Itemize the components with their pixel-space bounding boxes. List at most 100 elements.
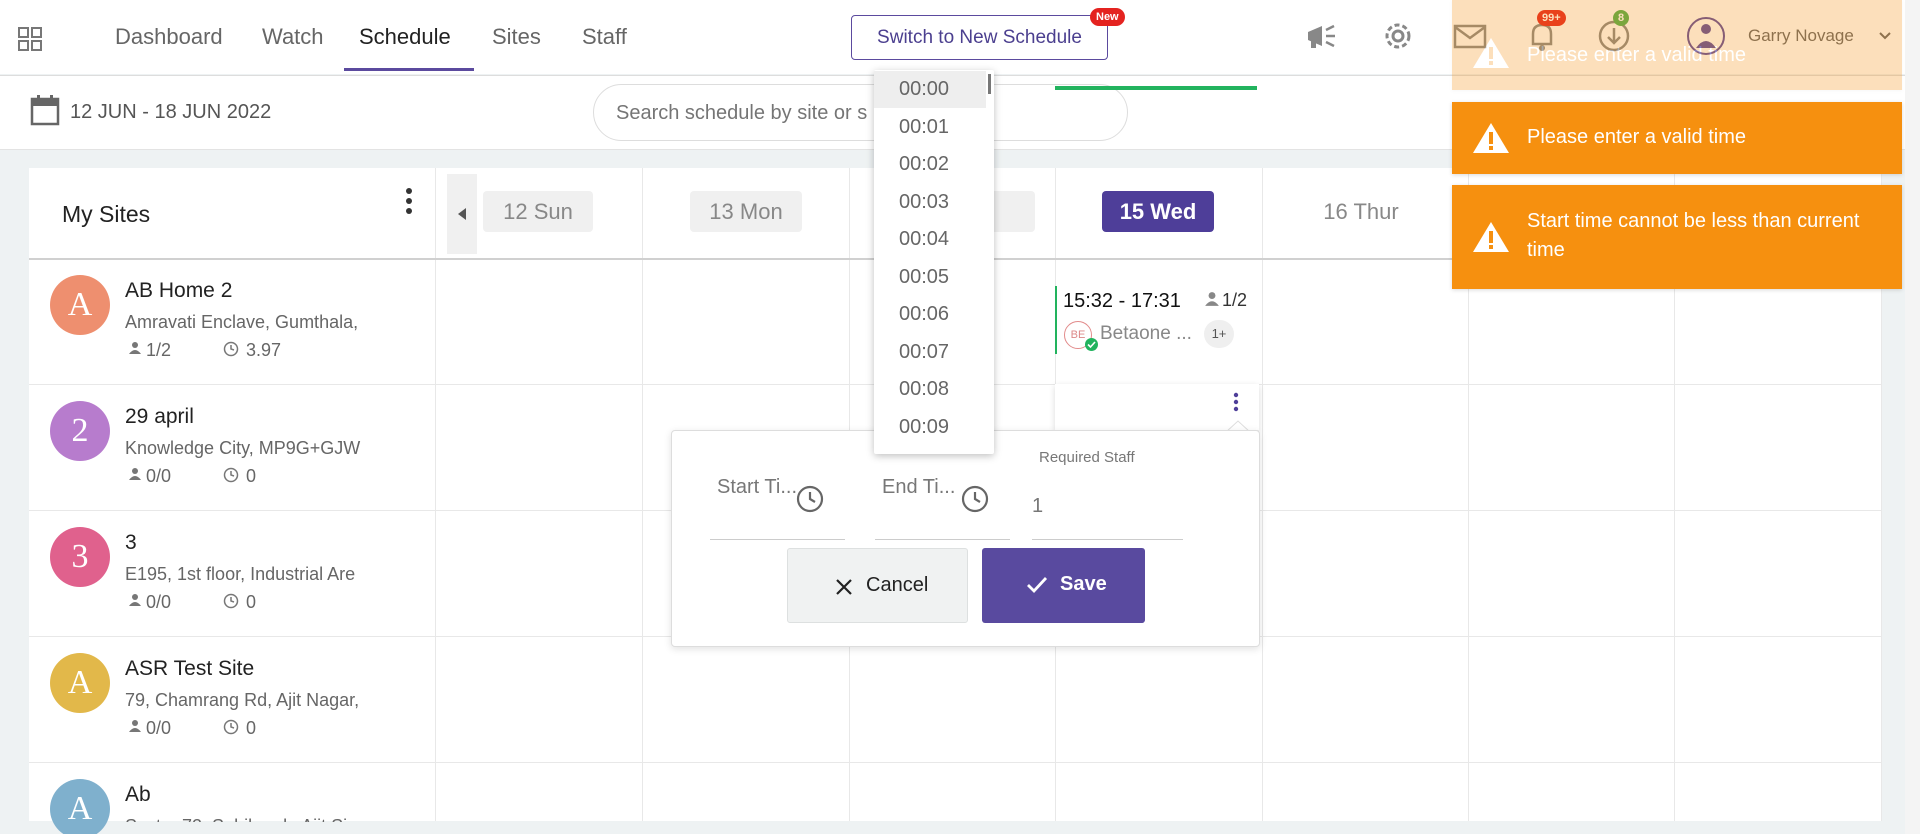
switch-new-schedule-button[interactable]: Switch to New Schedule [851, 15, 1108, 60]
site-name[interactable]: 29 april [125, 405, 194, 429]
required-staff-underline [1032, 539, 1183, 540]
day-header-mon[interactable]: 13 Mon [690, 191, 802, 232]
site-staff-count: 0/0 [146, 592, 172, 612]
clock-icon[interactable] [961, 485, 989, 513]
site-hours: 0 [246, 718, 257, 738]
time-option[interactable]: 00:03 [874, 184, 986, 221]
cancel-label: Cancel [866, 574, 929, 596]
shift-status-bar [1055, 286, 1057, 354]
site-avatar: A [50, 653, 110, 713]
toast-message: Please enter a valid time [1527, 126, 1747, 148]
site-hours: 0 [246, 466, 257, 486]
day-header-wed[interactable]: 15 Wed [1102, 191, 1214, 232]
end-time-underline [875, 539, 1010, 540]
required-staff-label: Required Staff [1039, 449, 1135, 466]
site-name[interactable]: ASR Test Site [125, 657, 254, 681]
gear-icon[interactable] [1380, 18, 1416, 54]
more-vertical-icon[interactable] [1232, 392, 1240, 412]
time-option[interactable]: 00:01 [874, 109, 986, 146]
time-option[interactable]: 00:00 [874, 71, 986, 108]
clock-icon [223, 467, 239, 483]
end-time-label[interactable]: End Ti... [882, 476, 955, 499]
site-name[interactable]: 3 [125, 531, 137, 555]
time-option[interactable]: 00:08 [874, 371, 986, 408]
more-staff-badge[interactable]: 1+ [1204, 320, 1234, 348]
check-circle-icon [1085, 338, 1098, 351]
warning-icon [1473, 123, 1509, 153]
tab-staff[interactable]: Staff [582, 0, 627, 72]
time-option[interactable]: 00:02 [874, 146, 986, 183]
calendar-icon[interactable] [30, 94, 60, 126]
warning-icon [1473, 38, 1509, 68]
column-divider [435, 168, 436, 821]
check-icon [1027, 577, 1048, 594]
time-option[interactable]: 00:05 [874, 259, 986, 296]
site-name[interactable]: AB Home 2 [125, 279, 232, 303]
site-hours: 0 [246, 592, 257, 612]
required-staff-input[interactable]: 1 [1032, 495, 1043, 518]
toast-warning[interactable]: Start time cannot be less than current t… [1452, 185, 1902, 289]
active-tab-indicator [344, 68, 474, 71]
time-option[interactable]: 00:09 [874, 409, 986, 446]
row-divider [29, 762, 1882, 763]
toast-message: Please enter a valid time [1527, 44, 1747, 66]
start-time-underline [710, 539, 845, 540]
clock-icon [223, 719, 239, 735]
tab-dashboard[interactable]: Dashboard [115, 0, 223, 72]
warning-icon [1473, 222, 1509, 252]
site-address: 79, Chamrang Rd, Ajit Nagar, [125, 690, 360, 710]
shift-time[interactable]: 15:32 - 17:31 [1063, 290, 1181, 313]
site-address: Knowledge City, MP9G+GJW [125, 438, 361, 458]
site-hours: 3.97 [246, 340, 282, 360]
apps-grid-icon[interactable] [18, 27, 42, 51]
site-avatar: 3 [50, 527, 110, 587]
site-address: E195, 1st floor, Industrial Are [125, 564, 356, 584]
toast-message: Start time cannot be less than current t… [1527, 210, 1860, 261]
site-avatar: A [50, 275, 110, 335]
dropdown-scrollbar[interactable] [988, 74, 991, 94]
site-staff-count: 1/2 [146, 340, 172, 360]
search-box [593, 84, 1128, 141]
day-header-thu[interactable]: 16 Thur [1291, 191, 1431, 232]
tab-schedule[interactable]: Schedule [359, 0, 451, 72]
start-time-label[interactable]: Start Ti... [717, 476, 797, 499]
cancel-button[interactable]: Cancel [787, 548, 968, 623]
tab-sites[interactable]: Sites [492, 0, 541, 72]
site-avatar: 2 [50, 401, 110, 461]
tab-watch[interactable]: Watch [262, 0, 324, 72]
toast-warning-faded: Please enter a valid time [1452, 0, 1902, 90]
clock-icon[interactable] [796, 485, 824, 513]
day-header-sun[interactable]: 12 Sun [483, 191, 593, 232]
person-icon [1205, 292, 1219, 306]
more-vertical-icon[interactable] [405, 186, 413, 216]
clock-icon [223, 341, 239, 357]
site-address: Amravati Enclave, Gumthala, [125, 312, 359, 332]
toast-warning[interactable]: Please enter a valid time [1452, 102, 1902, 174]
time-option[interactable]: 00:04 [874, 221, 986, 258]
shift-staff-name[interactable]: Betaone ... [1100, 323, 1192, 345]
close-icon [836, 579, 852, 595]
site-staff-count: 0/0 [146, 718, 172, 738]
site-name[interactable]: Ab [125, 783, 151, 807]
column-divider [642, 168, 643, 821]
time-picker-dropdown[interactable]: 00:00 00:01 00:02 00:03 00:04 00:05 00:06 00:07… [874, 70, 994, 454]
person-icon [129, 594, 141, 606]
megaphone-icon[interactable] [1304, 18, 1340, 54]
time-option[interactable]: 00:06 [874, 296, 986, 333]
new-badge: New [1090, 8, 1125, 26]
caret-left-icon [458, 208, 466, 220]
person-icon [129, 468, 141, 480]
today-indicator [1055, 86, 1257, 90]
column-divider [1262, 168, 1263, 821]
search-input[interactable] [616, 102, 1106, 125]
site-avatar: A [50, 779, 110, 834]
save-button[interactable]: Save [982, 548, 1145, 623]
page-scrollbar[interactable] [1905, 0, 1920, 834]
site-address: Sector 72, Sahibzada Ajit Si [125, 816, 413, 822]
previous-week-button[interactable] [447, 174, 477, 254]
my-sites-title: My Sites [62, 201, 151, 227]
date-range[interactable]: 12 JUN - 18 JUN 2022 [70, 101, 271, 124]
save-label: Save [1060, 573, 1107, 595]
person-icon [129, 342, 141, 354]
time-option[interactable]: 00:07 [874, 334, 986, 371]
